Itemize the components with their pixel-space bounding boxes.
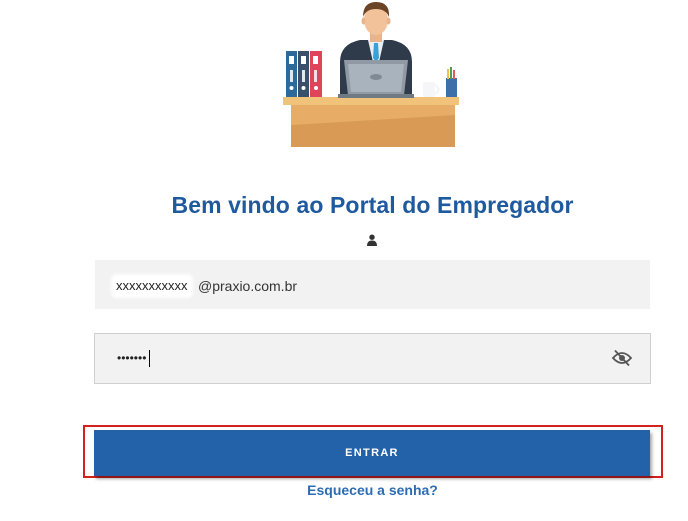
email-domain-part: @praxio.com.br — [198, 278, 298, 294]
user-icon — [366, 233, 378, 246]
password-field[interactable] — [94, 333, 651, 384]
password-masked-value: ••••••• — [117, 351, 147, 365]
forgot-password-link[interactable]: Esqueceu a senha? — [0, 482, 688, 498]
email-redacted-part: xxxxxxxxxxx — [113, 276, 191, 296]
eye-slash-icon[interactable] — [611, 349, 633, 367]
submit-button[interactable]: ENTRAR — [94, 430, 650, 476]
page-title: Bem vindo ao Portal do Empregador — [171, 192, 574, 218]
login-page: Bem vindo ao Portal do Empregador xxxxxx… — [0, 0, 688, 521]
text-caret — [149, 350, 150, 367]
employer-at-desk-illustration — [276, 0, 466, 150]
